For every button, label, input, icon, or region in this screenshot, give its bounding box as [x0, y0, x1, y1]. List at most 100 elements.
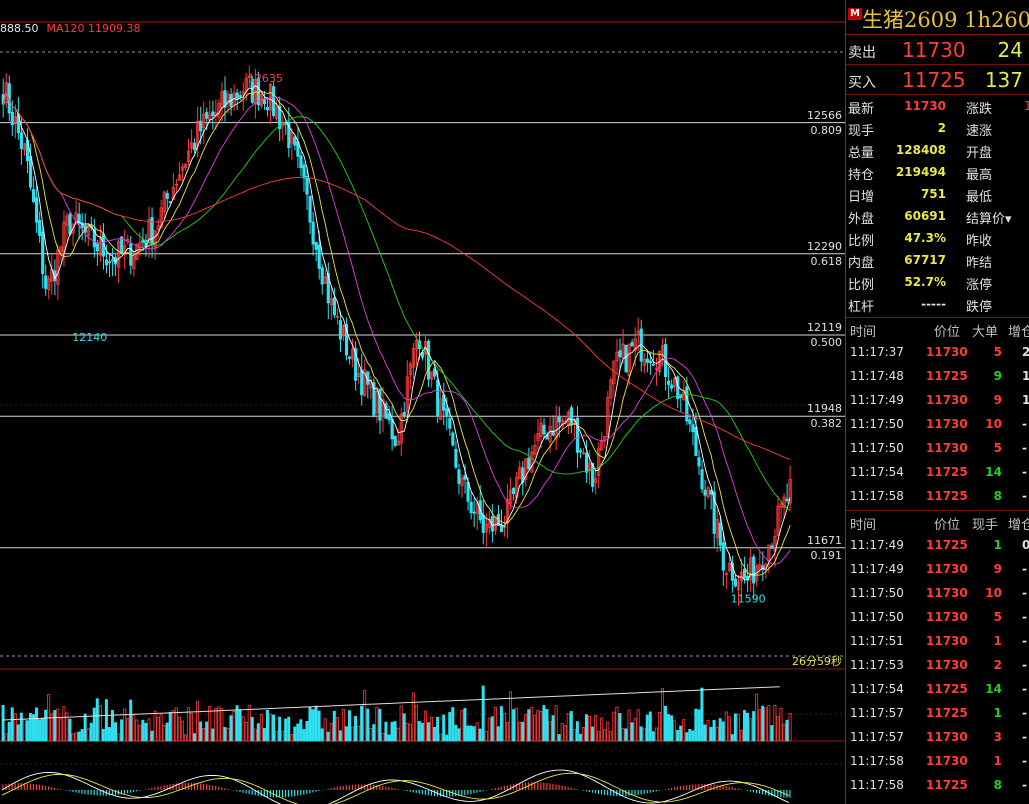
tick-list[interactable]: 时间价位现手增仓11:17:49117251011:17:49117309-11…: [846, 511, 1029, 804]
candle-body: [426, 340, 431, 380]
volume-bar: [420, 722, 424, 742]
candle-body: [527, 457, 531, 469]
tick-row[interactable]: 11:17:57 11730 3 -: [846, 725, 1029, 749]
volume-bar: [247, 704, 251, 742]
tick-row[interactable]: 11:17:53 11730 2 -: [846, 653, 1029, 677]
volume-bar: [275, 730, 279, 742]
tick-row[interactable]: 11:17:50 11730 10 -: [846, 412, 1029, 436]
candle-body: [38, 219, 42, 236]
volume-bar: [563, 725, 567, 742]
tick-size: 3: [993, 730, 1002, 744]
candle-body: [35, 197, 39, 223]
menu-badge[interactable]: M: [848, 8, 862, 20]
stat-label: 内盘: [848, 256, 875, 271]
volume-bar: [232, 710, 236, 742]
candle-body: [110, 259, 115, 262]
candle-body: [360, 369, 364, 396]
tick-price: 11725: [926, 489, 968, 503]
volume-bar: [92, 707, 96, 742]
kline-chart[interactable]: 12635 12140 11590 26分59秒 888.50 MA120 11909.…: [0, 0, 845, 804]
volume-bar: [624, 728, 628, 742]
candle-body: [107, 261, 112, 264]
volume-bar: [430, 716, 434, 742]
tick-row[interactable]: 11:17:59117251-: [846, 797, 1029, 804]
bid-row[interactable]: 买入 11725 137: [846, 65, 1029, 95]
tick-row[interactable]: 11:17:51 11730 1 -: [846, 629, 1029, 653]
stat-label-2: 涨停: [966, 278, 993, 293]
candle-body: [752, 556, 756, 584]
volume-bar: [323, 718, 327, 742]
tick-time: 11:17:50: [850, 417, 904, 431]
volume-bar: [226, 728, 230, 742]
stat-label: 最新: [848, 102, 875, 117]
candle-body: [265, 107, 270, 111]
volume-bar: [7, 721, 11, 742]
volume-bar: [411, 692, 415, 742]
volume-bar: [83, 713, 87, 742]
volume-bar: [38, 719, 42, 742]
tick-size: 1: [993, 706, 1002, 720]
tick-row[interactable]: 11:17:58 11725 8 -: [846, 484, 1029, 508]
tick-row[interactable]: 11:17:50 11730 10 -: [846, 581, 1029, 605]
stat-label-2: 结算价▾: [966, 212, 1012, 227]
tick-extra: -: [1022, 682, 1027, 696]
tick-header-cell: 价位: [934, 518, 961, 533]
tick-time: 11:17:50: [850, 586, 904, 600]
tick-row[interactable]: 11:17:49 11730 9 1: [846, 388, 1029, 412]
volume-bar: [718, 718, 722, 742]
volume-bar: [101, 728, 105, 742]
tick-row[interactable]: 11:17:54 11725 14 -: [846, 677, 1029, 701]
stat-label-2: 涨跌: [966, 102, 993, 117]
tick-row[interactable]: 11:17:50 11730 5 -: [846, 436, 1029, 460]
extreme-label: 11590: [731, 592, 766, 605]
symbol-header[interactable]: M 生猪2609 1h260: [846, 0, 1029, 35]
tick-price: 11730: [926, 393, 968, 407]
volume-bar: [71, 733, 75, 742]
candle-body: [302, 164, 306, 179]
stat-label: 比例: [848, 234, 875, 249]
volume-bar: [329, 722, 333, 742]
tick-extra: -: [1022, 658, 1027, 672]
stat-row: 现手 2 速涨: [846, 117, 1029, 139]
tick-extra: -: [1022, 610, 1027, 624]
volume-bar: [454, 724, 458, 742]
tick-row[interactable]: 11:17:50 11730 5 -: [846, 605, 1029, 629]
candle-body: [742, 568, 747, 579]
tick-price: 11730: [926, 345, 968, 359]
fib-ratio-label: 0.382: [810, 417, 843, 431]
volume-bar: [347, 710, 351, 742]
tick-row[interactable]: 11:17:57 11725 1 -: [846, 701, 1029, 725]
volume-bar: [736, 713, 740, 742]
tick-row[interactable]: 11:17:58 11725 8 -: [846, 773, 1029, 797]
tick-row[interactable]: 11:17:54 11725 14 -: [846, 460, 1029, 484]
tick-extra: -: [1022, 562, 1027, 576]
tick-row[interactable]: 11:17:49 11730 9 -: [846, 557, 1029, 581]
volume-bar: [426, 722, 430, 742]
candle-body: [667, 380, 671, 385]
volume-bar: [478, 728, 482, 742]
tick-row[interactable]: 11:17:58 11730 1 -: [846, 749, 1029, 773]
ask-row[interactable]: 卖出 11730 24: [846, 35, 1029, 65]
tick-row[interactable]: 11:17:37 11730 5 2: [846, 340, 1029, 364]
tick-extra: 1: [1022, 369, 1029, 383]
volume-bar: [472, 726, 476, 742]
volume-bar: [457, 728, 461, 742]
stat-label: 总量: [848, 146, 875, 161]
candle-body: [338, 320, 343, 340]
candle-body: [700, 469, 704, 490]
kline-svg[interactable]: 12635 12140 11590 26分59秒: [0, 0, 845, 804]
candle-body: [445, 408, 449, 417]
tick-row[interactable]: 11:17:49 11725 1 0: [846, 533, 1029, 557]
volume-bar: [168, 711, 172, 742]
volume-bar: [28, 712, 32, 742]
candle-body: [293, 136, 297, 146]
volume-bar: [214, 708, 218, 742]
stat-value: 47.3%: [904, 231, 946, 245]
volume-bar: [402, 713, 406, 742]
volume-bar: [189, 712, 193, 742]
tick-row[interactable]: 11:17:48 11725 9 1: [846, 364, 1029, 388]
big-trades-list[interactable]: 时间价位大单增仓11:17:37117305211:17:48117259111…: [846, 318, 1029, 508]
tick-price: 11725: [926, 778, 968, 792]
volume-bar: [311, 709, 315, 742]
volume-bar: [749, 718, 753, 742]
